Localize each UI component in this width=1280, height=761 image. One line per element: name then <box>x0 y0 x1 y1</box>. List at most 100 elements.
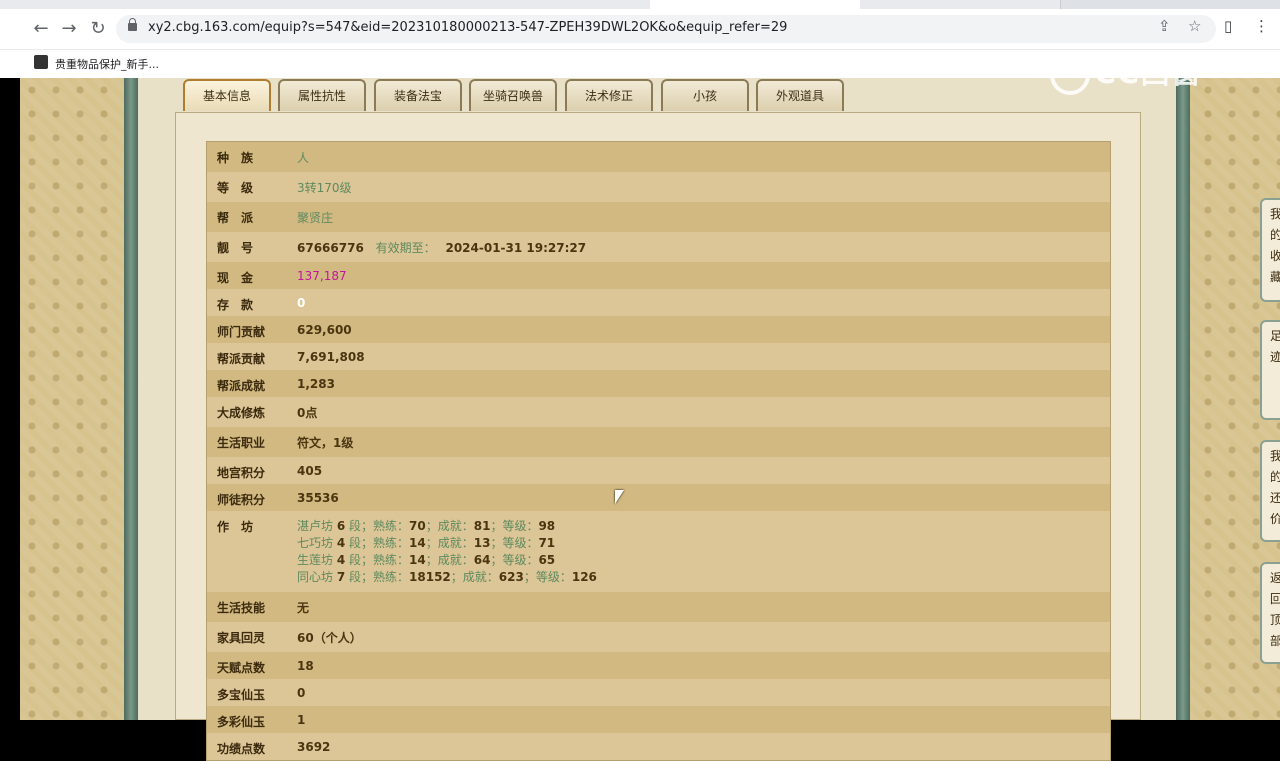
reload-icon[interactable]: ↻ <box>86 17 110 41</box>
table-row: 现 金 137,187 <box>207 262 1110 289</box>
workshop-text: ；等级： <box>490 519 539 533</box>
life-profession-value: 符文，1级 <box>297 436 354 450</box>
workshop-text: 湛卢坊 <box>297 519 337 533</box>
tab-spells[interactable]: 法术修正 <box>565 79 653 111</box>
bookmark-star-icon[interactable]: ☆ <box>1188 17 1201 35</box>
workshop-text: 七巧坊 <box>297 536 337 550</box>
valid-until-label: 有效期至： <box>375 241 436 255</box>
table-row: 地宫积分 405 <box>207 457 1110 484</box>
race-value: 人 <box>297 151 310 165</box>
row-label: 生活职业 <box>217 436 266 450</box>
deposit-value: 0 <box>297 296 306 310</box>
workshop-number: 126 <box>571 570 597 584</box>
table-row: 生活技能 无 <box>207 592 1110 622</box>
tab-child[interactable]: 小孩 <box>661 79 749 111</box>
row-label: 等 级 <box>217 181 254 195</box>
row-label: 师徒积分 <box>217 493 266 507</box>
bargain-label: 我的还价 <box>1270 449 1280 526</box>
workshop-number: 18152 <box>409 570 451 584</box>
cultivation-value: 0点 <box>297 406 318 420</box>
table-row: 功绩点数 3692 <box>207 733 1110 760</box>
back-to-top-button[interactable]: 返回顶部 <box>1260 562 1280 664</box>
navigation-bar: ← → ↻ xy2.cbg.163.com/equip?s=547&eid=20… <box>0 9 1280 49</box>
back-icon[interactable]: ← <box>29 17 53 41</box>
workshop-number: 4 <box>336 553 346 567</box>
talent-points-value: 18 <box>297 659 314 673</box>
tab-attributes[interactable]: 属性抗性 <box>278 79 366 111</box>
table-row: 帮 派 聚贤庄 <box>207 202 1110 232</box>
table-row: 靓 号 67666776 有效期至： 2024-01-31 19:27:27 <box>207 232 1110 262</box>
bookmark-item[interactable]: 贵重物品保护_新手... <box>55 56 159 72</box>
workshop-list: 湛卢坊 6 段；熟练：70；成就：81；等级：98 七巧坊 4 段；熟练：14；成… <box>287 511 597 592</box>
row-label: 帮派成就 <box>217 379 266 393</box>
table-row: 天赋点数 18 <box>207 652 1110 679</box>
tab-basic-info[interactable]: 基本信息 <box>183 79 271 111</box>
right-border-decoration <box>1176 78 1190 720</box>
menu-icon[interactable]: ⋮ <box>1254 17 1269 35</box>
row-label: 帮 派 <box>217 211 254 225</box>
mentor-points-value: 35536 <box>297 491 339 505</box>
row-label: 家具回灵 <box>217 631 266 645</box>
table-row: 家具回灵 60（个人） <box>207 622 1110 652</box>
browser-tab[interactable] <box>450 0 651 9</box>
row-label: 作 坊 <box>217 520 254 534</box>
sidepanel-icon[interactable]: ▯ <box>1224 17 1232 35</box>
browser-tab[interactable] <box>300 0 451 9</box>
history-button[interactable]: 足迹 <box>1260 320 1280 420</box>
workshop-number: 7 <box>336 570 346 584</box>
table-row: 师徒积分 35536 <box>207 484 1110 511</box>
forward-icon[interactable]: → <box>57 17 81 41</box>
tab-mounts[interactable]: 坐骑召唤兽 <box>469 79 557 111</box>
row-label: 功绩点数 <box>217 742 266 756</box>
row-label: 帮派贡献 <box>217 352 266 366</box>
valid-until-date: 2024-01-31 19:27:27 <box>445 241 587 255</box>
workshop-text: ；成就： <box>450 570 499 584</box>
browser-tab[interactable] <box>860 0 1061 9</box>
back-to-top-label: 返回顶部 <box>1270 571 1280 648</box>
sect-contribution-value: 629,600 <box>297 323 352 337</box>
workshop-line: 生莲坊 4 段；熟练：14；成就：64；等级：65 <box>297 552 597 569</box>
history-label: 足迹 <box>1270 329 1280 364</box>
guild-value: 聚贤庄 <box>297 211 334 225</box>
bargain-button[interactable]: 我的还价 <box>1260 440 1280 542</box>
row-label: 存 款 <box>217 298 254 312</box>
table-row: 多宝仙玉 0 <box>207 679 1110 706</box>
workshop-text: ；成就： <box>425 536 474 550</box>
workshop-line: 七巧坊 4 段；熟练：14；成就：13；等级：71 <box>297 535 597 552</box>
lock-icon[interactable] <box>128 18 137 31</box>
merit-points-value: 3692 <box>297 740 331 754</box>
table-row: 师门贡献 629,600 <box>207 316 1110 343</box>
browser-tab[interactable] <box>150 0 301 9</box>
browser-tab[interactable] <box>0 0 151 9</box>
row-label: 天赋点数 <box>217 661 266 675</box>
watermark-logo-icon <box>1050 54 1090 95</box>
address-bar[interactable]: xy2.cbg.163.com/equip?s=547&eid=20231018… <box>116 15 1216 43</box>
workshop-number: 6 <box>336 519 346 533</box>
share-icon[interactable]: ⇪ <box>1158 17 1171 35</box>
level-value: 3转170级 <box>297 181 352 195</box>
workshop-text: 段；熟练： <box>345 519 410 533</box>
workshop-number: 4 <box>336 536 346 550</box>
row-label: 师门贡献 <box>217 325 266 339</box>
basic-info-table: 种 族 人 等 级 3转170级 帮 派 聚贤庄 靓 号 67666776 有效… <box>206 141 1111 761</box>
row-label: 种 族 <box>217 151 254 165</box>
table-row: 大成修炼 0点 <box>207 397 1110 427</box>
table-row: 种 族 人 <box>207 142 1110 172</box>
workshop-text: ；等级： <box>523 570 572 584</box>
workshop-text: 段；熟练： <box>345 536 410 550</box>
workshop-number: 71 <box>538 536 556 550</box>
tab-appearance[interactable]: 外观道具 <box>756 79 844 111</box>
duobao-jade-value: 0 <box>297 686 306 700</box>
guild-contribution-value: 7,691,808 <box>297 350 365 364</box>
tab-equipment[interactable]: 装备法宝 <box>374 79 462 111</box>
table-row: 帮派成就 1,283 <box>207 370 1110 397</box>
browser-tab-active[interactable] <box>650 0 861 9</box>
workshop-number: 623 <box>498 570 524 584</box>
table-row: 等 级 3转170级 <box>207 172 1110 202</box>
url-text[interactable]: xy2.cbg.163.com/equip?s=547&eid=20231018… <box>148 20 787 35</box>
watermark: CC西窗 <box>1050 48 1202 95</box>
table-row: 生活职业 符文，1级 <box>207 427 1110 457</box>
left-border-decoration <box>124 78 138 720</box>
favorites-button[interactable]: 我的收藏 <box>1260 198 1280 302</box>
workshop-text: 同心坊 <box>297 570 337 584</box>
